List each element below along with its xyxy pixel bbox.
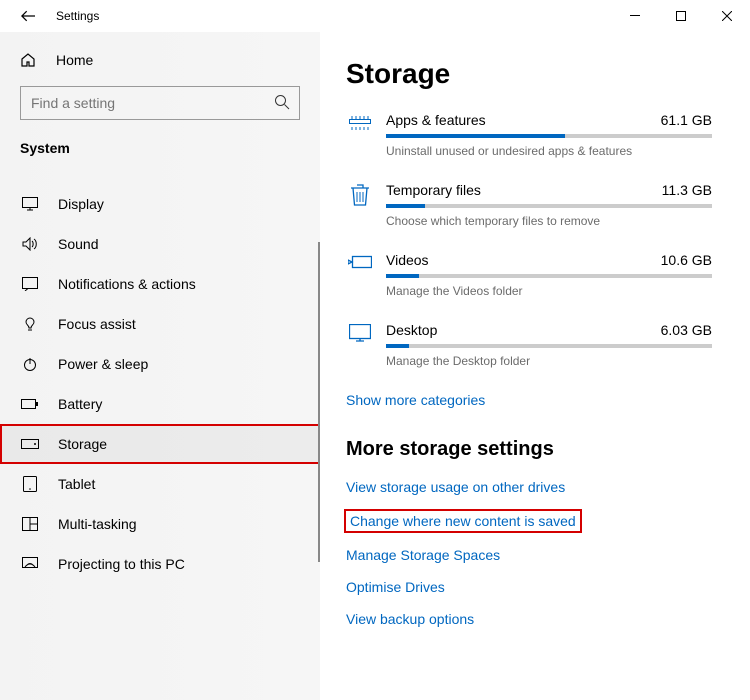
sidebar-item-label: Battery — [58, 396, 102, 412]
storage-item[interactable]: Temporary files 11.3 GB Choose which temp… — [346, 182, 712, 228]
storage-item-bar — [386, 134, 712, 138]
storage-item-bar — [386, 274, 712, 278]
nav-list: Display Sound Notifications & actions Fo… — [0, 184, 320, 584]
storage-item-icon — [346, 252, 374, 270]
more-settings-link[interactable]: Optimise Drives — [346, 579, 712, 595]
sidebar-item-label: Storage — [58, 436, 107, 452]
storage-item-desc: Choose which temporary files to remove — [386, 214, 712, 228]
arrow-left-icon — [21, 9, 35, 23]
more-settings-link[interactable]: Manage Storage Spaces — [346, 547, 712, 563]
storage-item-name: Apps & features — [386, 112, 486, 128]
close-icon — [722, 11, 732, 21]
battery-icon — [20, 398, 40, 410]
storage-item-desc: Uninstall unused or undesired apps & fea… — [386, 144, 712, 158]
storage-item[interactable]: Apps & features 61.1 GB Uninstall unused … — [346, 112, 712, 158]
more-settings-link[interactable]: View storage usage on other drives — [346, 479, 712, 495]
sidebar-item-label: Tablet — [58, 476, 95, 492]
storage-item-size: 61.1 GB — [661, 112, 712, 128]
storage-icon — [20, 439, 40, 449]
search-input[interactable] — [20, 86, 300, 120]
home-icon — [20, 52, 40, 68]
more-storage-settings-heading: More storage settings — [346, 438, 712, 461]
window-title: Settings — [56, 9, 99, 23]
storage-item-desc: Manage the Videos folder — [386, 284, 712, 298]
sidebar-item-storage[interactable]: Storage — [0, 424, 320, 464]
sidebar-item-focus-assist[interactable]: Focus assist — [0, 304, 320, 344]
storage-item-size: 6.03 GB — [661, 322, 712, 338]
storage-item-icon — [346, 182, 374, 206]
maximize-button[interactable] — [658, 0, 704, 32]
back-button[interactable] — [16, 9, 40, 23]
multitasking-icon — [20, 517, 40, 531]
power-icon — [20, 356, 40, 372]
storage-item-name: Temporary files — [386, 182, 481, 198]
storage-item-icon — [346, 112, 374, 132]
storage-item-desc: Manage the Desktop folder — [386, 354, 712, 368]
titlebar: Settings — [0, 0, 750, 32]
sidebar-item-sound[interactable]: Sound — [0, 224, 320, 264]
sidebar-item-tablet[interactable]: Tablet — [0, 464, 320, 504]
sidebar-item-label: Notifications & actions — [58, 276, 196, 292]
storage-item-size: 10.6 GB — [661, 252, 712, 268]
show-more-categories-link[interactable]: Show more categories — [346, 392, 712, 408]
main-content: Storage Apps & features 61.1 GB Uninstall… — [320, 32, 750, 700]
storage-item[interactable]: Desktop 6.03 GB Manage the Desktop folder — [346, 322, 712, 368]
sidebar-item-notifications[interactable]: Notifications & actions — [0, 264, 320, 304]
page-title: Storage — [346, 58, 712, 90]
minimize-icon — [630, 11, 640, 21]
storage-item-bar — [386, 344, 712, 348]
sidebar-item-multitasking[interactable]: Multi-tasking — [0, 504, 320, 544]
storage-item-name: Videos — [386, 252, 429, 268]
display-icon — [20, 197, 40, 211]
home-label: Home — [56, 52, 93, 68]
sidebar-item-power-sleep[interactable]: Power & sleep — [0, 344, 320, 384]
section-heading: System — [0, 134, 320, 166]
sidebar: Home System Display Sound — [0, 32, 320, 700]
more-settings-link[interactable]: View backup options — [346, 611, 712, 627]
search-wrap — [20, 86, 300, 120]
focus-assist-icon — [20, 316, 40, 332]
sidebar-item-label: Multi-tasking — [58, 516, 137, 532]
projecting-icon — [20, 557, 40, 571]
window-controls — [612, 0, 750, 32]
storage-item-name: Desktop — [386, 322, 437, 338]
storage-item-icon — [346, 322, 374, 342]
sidebar-item-label: Sound — [58, 236, 98, 252]
minimize-button[interactable] — [612, 0, 658, 32]
home-link[interactable]: Home — [0, 44, 320, 76]
storage-item-size: 11.3 GB — [662, 182, 712, 198]
sound-icon — [20, 237, 40, 251]
notifications-icon — [20, 277, 40, 291]
storage-item-bar — [386, 204, 712, 208]
sidebar-item-display[interactable]: Display — [0, 184, 320, 224]
close-button[interactable] — [704, 0, 750, 32]
sidebar-item-projecting[interactable]: Projecting to this PC — [0, 544, 320, 584]
sidebar-item-label: Power & sleep — [58, 356, 148, 372]
sidebar-item-label: Projecting to this PC — [58, 556, 185, 572]
search-icon — [274, 94, 290, 110]
scrollbar[interactable] — [318, 242, 320, 562]
sidebar-item-label: Display — [58, 196, 104, 212]
storage-item[interactable]: Videos 10.6 GB Manage the Videos folder — [346, 252, 712, 298]
tablet-icon — [20, 476, 40, 492]
sidebar-item-battery[interactable]: Battery — [0, 384, 320, 424]
more-settings-link[interactable]: Change where new content is saved — [346, 511, 712, 531]
sidebar-item-label: Focus assist — [58, 316, 136, 332]
maximize-icon — [676, 11, 686, 21]
